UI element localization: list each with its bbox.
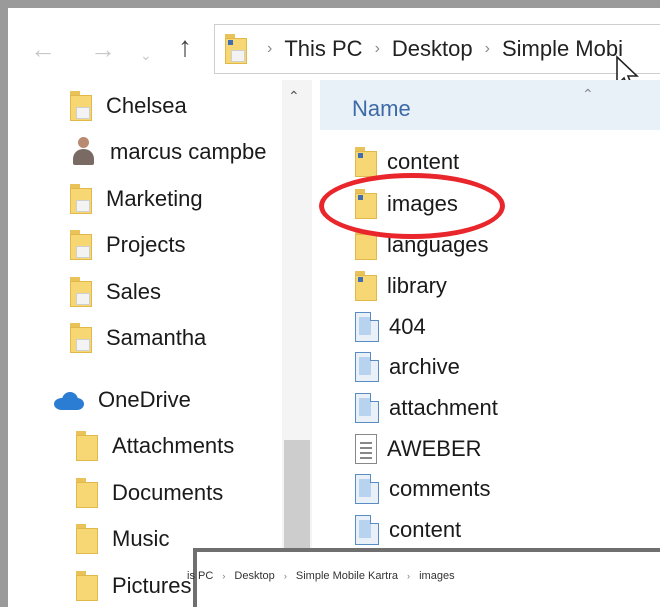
php-file-icon <box>355 352 379 382</box>
file-name: content <box>387 149 460 174</box>
sidebar-item-onedrive[interactable]: OneDrive <box>52 380 191 420</box>
back-arrow-icon[interactable]: ← <box>30 36 56 62</box>
file-name: library <box>387 273 447 298</box>
breadcrumb-separator-icon: › <box>374 40 380 57</box>
highlight-circle <box>319 173 505 239</box>
overlay-address-bar[interactable]: is PC › Desktop › Simple Mobile Kartra ›… <box>187 548 660 607</box>
file-name: AWEBER <box>387 436 482 461</box>
folder-icon <box>76 571 98 601</box>
sidebar-item-projects[interactable]: Projects <box>70 225 185 265</box>
navigation-pane: Chelsea marcus campbe Marketing Projects… <box>8 80 280 607</box>
sidebar-item-marcus-campbell[interactable]: marcus campbe <box>70 132 267 172</box>
folder-icon <box>70 323 92 353</box>
folder-icon <box>70 277 92 307</box>
list-item-file-404[interactable]: 404 <box>355 307 426 347</box>
overlay-breadcrumb-desktop[interactable]: Desktop <box>234 570 274 582</box>
sidebar-item-samantha[interactable]: Samantha <box>70 318 206 358</box>
breadcrumb-separator-icon: › <box>407 571 411 581</box>
column-header-label: Name <box>352 96 411 121</box>
sidebar-item-documents[interactable]: Documents <box>76 473 223 513</box>
folder-icon <box>355 147 377 177</box>
file-name: archive <box>389 354 460 379</box>
php-file-icon <box>355 312 379 342</box>
forward-arrow-icon[interactable]: → <box>90 36 116 62</box>
breadcrumb-separator-icon: › <box>283 571 287 581</box>
folder-icon <box>76 431 98 461</box>
file-name: content <box>389 517 462 542</box>
list-item-file-attachment[interactable]: attachment <box>355 388 498 428</box>
list-item-file-content[interactable]: content <box>355 510 461 550</box>
scroll-up-chevron-icon[interactable]: ⌃ <box>288 88 300 105</box>
name-column-header[interactable]: Name ⌃ <box>320 80 660 130</box>
sidebar-item-label: Documents <box>112 480 224 505</box>
folder-icon <box>76 478 98 508</box>
folder-icon <box>76 524 98 554</box>
navigation-bar: ← → ⌄ ↑ › This PC › Desktop › Simple Mob… <box>8 8 660 90</box>
sidebar-item-music[interactable]: Music <box>76 519 169 559</box>
file-name: comments <box>389 476 491 501</box>
sidebar-item-label: Samantha <box>106 325 207 350</box>
sidebar-item-label: Music <box>112 526 170 551</box>
file-name: attachment <box>389 395 498 420</box>
overlay-breadcrumb-simple-mobile-kartra[interactable]: Simple Mobile Kartra <box>296 570 398 582</box>
breadcrumb-desktop[interactable]: Desktop <box>392 36 473 62</box>
sidebar-item-label: Marketing <box>106 186 203 211</box>
php-file-icon <box>355 393 379 423</box>
folder-icon <box>70 91 92 121</box>
address-bar[interactable]: › This PC › Desktop › Simple Mobi <box>214 24 660 74</box>
folder-icon <box>355 271 377 301</box>
breadcrumb-separator-icon: › <box>484 40 490 57</box>
sidebar-item-label: Projects <box>106 232 186 257</box>
sidebar-item-attachments[interactable]: Attachments <box>76 426 234 466</box>
list-item-folder-library[interactable]: library <box>355 266 447 306</box>
breadcrumb-simple-mobile[interactable]: Simple Mobi <box>502 36 623 62</box>
php-file-icon <box>355 515 379 545</box>
folder-icon <box>70 184 92 214</box>
list-item-file-aweber[interactable]: AWEBER <box>355 429 482 469</box>
sidebar-item-marketing[interactable]: Marketing <box>70 179 203 219</box>
sidebar-item-pictures[interactable]: Pictures <box>76 566 191 606</box>
onedrive-cloud-icon <box>52 390 84 410</box>
overlay-breadcrumb-images[interactable]: images <box>419 570 454 582</box>
breadcrumb-separator-icon: › <box>222 571 226 581</box>
breadcrumb-separator-icon: › <box>267 40 273 57</box>
sort-ascending-chevron-icon: ⌃ <box>582 86 594 102</box>
overlay-breadcrumb-this-pc[interactable]: is PC <box>187 570 213 582</box>
sidebar-item-sales[interactable]: Sales <box>70 272 161 312</box>
folder-icon <box>225 34 247 64</box>
text-file-icon <box>355 434 377 464</box>
sidebar-item-label: Chelsea <box>106 93 187 118</box>
php-file-icon <box>355 474 379 504</box>
recent-locations-chevron-icon[interactable]: ⌄ <box>140 42 152 68</box>
sidebar-item-label: OneDrive <box>98 387 191 412</box>
folder-icon <box>70 230 92 260</box>
list-item-file-comments[interactable]: comments <box>355 469 490 509</box>
list-item-file-archive[interactable]: archive <box>355 347 460 387</box>
user-icon <box>70 137 96 167</box>
sidebar-item-label: Pictures <box>112 573 192 598</box>
sidebar-item-label: Sales <box>106 279 162 304</box>
up-arrow-icon[interactable]: ↑ <box>178 33 192 61</box>
file-name: 404 <box>389 314 426 339</box>
sidebar-item-label: marcus campbe <box>110 139 267 164</box>
sidebar-item-chelsea[interactable]: Chelsea <box>70 86 187 126</box>
sidebar-scrollbar[interactable]: ⌃ <box>282 80 312 607</box>
breadcrumb-this-pc[interactable]: This PC <box>284 36 362 62</box>
sidebar-item-label: Attachments <box>112 433 235 458</box>
